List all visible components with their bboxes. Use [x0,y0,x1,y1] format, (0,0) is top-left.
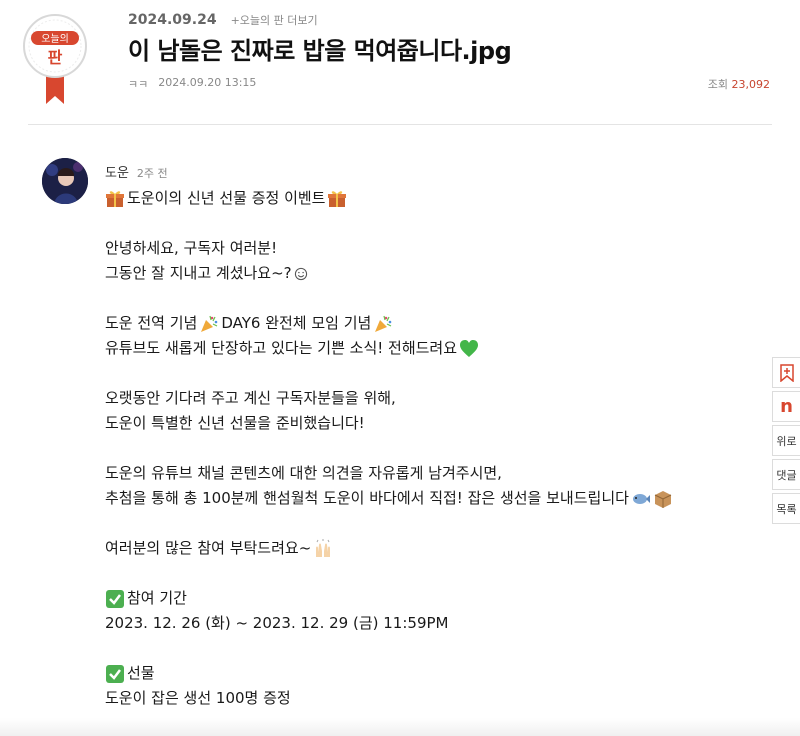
more-todays-pann-link[interactable]: +오늘의 판 더보기 [231,12,318,28]
post-body: 도운이의 신년 선물 증정 이벤트 안녕하세요, 구독자 여러분! 그동안 잘 … [105,186,755,711]
views-label: 조회 [707,78,728,91]
badge-top-text: 오늘의 [41,33,69,45]
scroll-top-button[interactable]: 위로 [772,425,800,456]
post-meta: ㅋㅋ 2024.09.20 13:15 [128,76,256,92]
post-line: 추첨을 통해 총 100분께 핸섬월척 도운이 바다에서 직접! 잡은 생선을 … [105,486,755,511]
post-line: 2023. 12. 26 (화) ~ 2023. 12. 29 (금) 11:5… [105,614,449,632]
bottom-edge [0,718,800,736]
post-line: 참여 기간 [105,586,755,611]
naver-icon: n [780,396,793,417]
post-line: 안녕하세요, 구독자 여러분! [105,239,278,257]
gift-heading: 선물 [127,664,155,682]
post-line: 도운이의 신년 선물 증정 이벤트 [105,186,755,211]
post-line: 오랫동안 기다려 주고 계신 구독자분들을 위해, [105,389,396,407]
post-line: 유튜브도 새롭게 단장하고 있다는 기쁜 소식! 전해드려요 [105,336,755,361]
post-line: 도운 전역 기념 DAY6 완전체 모임 기념 [105,311,755,336]
fish-icon [632,493,650,504]
post-line: 여러분의 많은 참여 부탁드려요~ [105,536,755,561]
naver-share-button[interactable]: n [772,391,800,422]
post-line: 선물 [105,661,755,686]
post-datetime: 2024.09.20 13:15 [158,76,257,89]
check-mark-icon [106,589,124,608]
party-popper-icon [201,315,218,332]
page-title: 이 남돌은 진짜로 밥을 먹여줍니다.jpg [128,37,512,65]
list-button[interactable]: 목록 [772,493,800,524]
package-icon [654,490,672,508]
post-line: 도운의 유튜브 채널 콘텐츠에 대한 의견을 자유롭게 남겨주시면, [105,464,502,482]
avatar [42,158,88,204]
post-line: 도운이 잡은 생선 100명 증정 [105,689,291,707]
date-line: 2024.09.24 +오늘의 판 더보기 [128,12,318,28]
green-heart-icon [460,339,479,357]
check-mark-icon [106,664,124,683]
party-popper-icon [375,315,392,332]
pann-date: 2024.09.24 [128,12,217,28]
bookmark-button[interactable] [772,357,800,388]
views-count: 23,092 [731,78,771,91]
comment-author-line: 도운 2주 전 [105,162,168,181]
gift-icon [328,190,347,207]
post-author[interactable]: ㅋㅋ [128,76,148,92]
header-divider [28,124,772,125]
comments-button[interactable]: 댓글 [772,459,800,490]
badge-main-text: 판 [48,48,63,67]
view-count: 조회 23,092 [708,76,770,92]
period-heading: 참여 기간 [127,589,187,607]
todays-pann-badge: 오늘의 판 [23,14,87,104]
floating-side-toolbar: n 위로 댓글 목록 [772,357,800,527]
comment-time: 2주 전 [136,167,168,180]
post-line: 그동안 잘 지내고 계셨나요~? [105,261,755,286]
comment-author-name[interactable]: 도운 [105,162,129,181]
event-title: 도운이의 신년 선물 증정 이벤트 [127,189,326,207]
bookmark-icon [779,363,794,382]
gift-icon [106,190,124,207]
post-line: 도운이 특별한 신년 선물을 준비했습니다! [105,414,365,432]
raised-hands-icon [316,538,331,557]
smiley-icon [294,267,307,280]
